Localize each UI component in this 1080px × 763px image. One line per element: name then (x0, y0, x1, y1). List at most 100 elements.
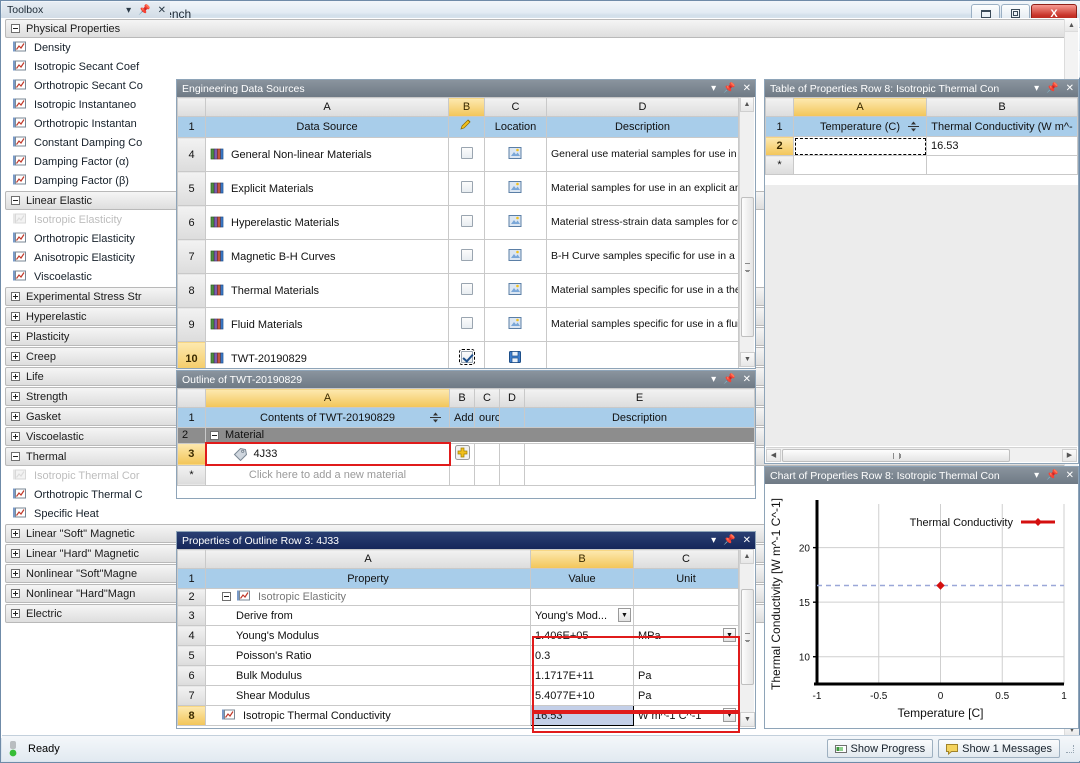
sources-scroll-up-arrow[interactable]: ▲ (740, 97, 754, 112)
properties-cell-value[interactable]: 0.3 (530, 645, 634, 666)
properties-row-number[interactable]: 4 (177, 625, 206, 646)
sources-cell-checkbox[interactable] (448, 273, 485, 308)
properties-cell-unit[interactable]: MPa ▼ (633, 625, 739, 646)
sources-cell-checkbox[interactable] (448, 341, 485, 368)
table-row[interactable]: 6 Hyperelastic Materials Material stress-s… (177, 205, 739, 240)
sources-cell-data-source[interactable]: TWT-20190829 (205, 341, 449, 368)
table-scroll-thumb[interactable] (782, 449, 1010, 462)
table-dropdown-icon[interactable]: ▾ (1034, 83, 1039, 94)
table-close-icon[interactable]: ✕ (1066, 83, 1074, 94)
properties-row-number[interactable]: 7 (177, 685, 206, 706)
outline-row-number[interactable]: 2 (177, 427, 206, 444)
outline-col-header-B[interactable]: B (449, 388, 475, 408)
sources-cell-checkbox[interactable] (448, 239, 485, 274)
properties-cell-value[interactable]: 5.4077E+10 (530, 685, 634, 706)
sources-row-number[interactable]: 9 (177, 307, 206, 342)
table-row[interactable]: 6 Bulk Modulus 1.1717E+11 Pa (177, 665, 739, 686)
browse-icon[interactable] (508, 180, 523, 195)
sort-icon[interactable] (907, 120, 922, 135)
chart-dropdown-icon[interactable]: ▾ (1034, 470, 1039, 481)
table-grid[interactable]: A B 1 Temperature (C) Thermal Conductivity (… (765, 97, 1078, 175)
table-row[interactable]: 4 Young's Modulus 1.406E+05 MPa ▼ (177, 625, 739, 646)
outline-cell-d[interactable] (499, 442, 525, 466)
properties-pin-icon[interactable]: 📌 (723, 535, 735, 546)
toolbox-group-toggle-icon[interactable] (11, 609, 20, 618)
properties-cell-unit[interactable] (633, 588, 739, 606)
outline-cell-source[interactable] (474, 442, 500, 466)
properties-row-number[interactable]: 3 (177, 605, 206, 626)
source-checkbox[interactable] (458, 349, 475, 365)
properties-cell-value[interactable]: 1.1717E+11 (530, 665, 634, 686)
properties-cell-unit[interactable] (633, 645, 739, 666)
toolbox-scroll-up-arrow[interactable]: ▲ (1065, 19, 1078, 32)
outline-pin-icon[interactable]: 📌 (723, 374, 735, 385)
chart-area[interactable]: 10 15 20 -1 -0.5 0 0.5 1 Thermal Conductivity Tem… (765, 484, 1078, 728)
table-pin-icon[interactable]: 📌 (1046, 83, 1058, 94)
table-row[interactable]: 2 Isotropic Elasticity (177, 588, 739, 606)
table-row[interactable]: 8 Isotropic Thermal Conductivity 16.53 W m^… (177, 705, 739, 726)
outline-group-row[interactable]: 2 Material (177, 427, 755, 444)
unit-dropdown-arrow-icon[interactable]: ▼ (723, 708, 736, 722)
sources-scroll-thumb[interactable] (741, 197, 754, 337)
properties-grid[interactable]: A B C 1 Property Value Unit 2 Isotropic Elastici… (177, 549, 739, 726)
table-cell-thermal-conductivity[interactable] (926, 155, 1078, 175)
outline-close-icon[interactable]: ✕ (743, 374, 751, 385)
properties-col-header-rownum[interactable] (177, 549, 206, 569)
outline-col-header-A[interactable]: A (205, 388, 450, 408)
properties-cell-unit[interactable]: Pa (633, 665, 739, 686)
sources-grid[interactable]: A B C D 1 Data Source Location Description 4 Gene… (177, 97, 739, 368)
source-checkbox[interactable] (460, 147, 473, 159)
properties-cell-value[interactable]: 16.53 (530, 705, 634, 726)
sources-cell-data-source[interactable]: Explicit Materials (205, 171, 449, 206)
browse-icon[interactable] (508, 282, 523, 297)
browse-icon[interactable] (508, 316, 523, 331)
sources-row-number[interactable]: 6 (177, 205, 206, 240)
properties-col-header-B[interactable]: B (530, 549, 634, 569)
table-col-header-rownum[interactable] (765, 97, 794, 117)
properties-vertical-scrollbar[interactable]: ▲ ▼ (739, 549, 755, 727)
sources-cell-checkbox[interactable] (448, 171, 485, 206)
sources-cell-data-source[interactable]: Fluid Materials (205, 307, 449, 342)
table-row-number[interactable]: * (765, 155, 794, 175)
table-cell-thermal-conductivity[interactable]: 16.53 (926, 136, 1078, 156)
table-row[interactable]: 7 Shear Modulus 5.4077E+10 Pa (177, 685, 739, 706)
outline-cell-description[interactable] (524, 442, 755, 466)
table-row[interactable]: 5 Poisson's Ratio 0.3 (177, 645, 739, 666)
browse-icon[interactable] (508, 214, 523, 229)
collapse-toggle-icon[interactable] (222, 592, 231, 601)
properties-close-icon[interactable]: ✕ (743, 535, 751, 546)
sort-icon[interactable] (429, 411, 444, 426)
properties-col-header-C[interactable]: C (633, 549, 739, 569)
sources-cell-location[interactable] (484, 171, 547, 206)
properties-cell-unit[interactable]: W m^-1 C^-1 ▼ (633, 705, 739, 726)
sources-scroll-down-arrow[interactable]: ▼ (740, 352, 755, 367)
sources-col-header-B[interactable]: B (448, 97, 485, 117)
toolbox-group-toggle-icon[interactable] (11, 589, 20, 598)
toolbox-group-toggle-icon[interactable] (11, 549, 20, 558)
unit-dropdown-arrow-icon[interactable]: ▼ (723, 628, 736, 642)
toolbox-group-toggle-icon[interactable] (11, 412, 20, 421)
table-scroll-right-arrow[interactable]: ▶ (1062, 448, 1077, 462)
properties-cell-property[interactable]: Derive from (205, 605, 531, 626)
outline-row-number[interactable]: * (177, 464, 206, 486)
browse-icon[interactable] (508, 248, 523, 263)
toolbox-group-toggle-icon[interactable] (11, 392, 20, 401)
toolbox-item-isotropic-secant-coef[interactable]: Isotropic Secant Coef (1, 57, 1079, 76)
sources-cell-data-source[interactable]: General Non-linear Materials (205, 137, 449, 172)
toolbox-item-density[interactable]: Density (1, 38, 1079, 57)
properties-cell-value[interactable]: Young's Mod... ▼ (530, 605, 634, 626)
toolbox-group-toggle-icon[interactable] (11, 312, 20, 321)
show-progress-button[interactable]: Show Progress (826, 739, 934, 758)
table-col-header-B[interactable]: B (926, 97, 1078, 117)
properties-cell-property[interactable]: Shear Modulus (205, 685, 531, 706)
sources-cell-checkbox[interactable] (448, 307, 485, 342)
sources-row-number[interactable]: 8 (177, 273, 206, 308)
value-dropdown-arrow-icon[interactable]: ▼ (618, 608, 631, 622)
sources-cell-data-source[interactable]: Thermal Materials (205, 273, 449, 308)
toolbox-group-toggle-icon[interactable] (11, 352, 20, 361)
sources-cell-location[interactable] (484, 137, 547, 172)
properties-cell-property[interactable]: Poisson's Ratio (205, 645, 531, 666)
table-row[interactable]: 5 Explicit Materials Material samples for … (177, 171, 739, 206)
sources-cell-location[interactable] (484, 273, 547, 308)
sources-cell-location[interactable] (484, 307, 547, 342)
